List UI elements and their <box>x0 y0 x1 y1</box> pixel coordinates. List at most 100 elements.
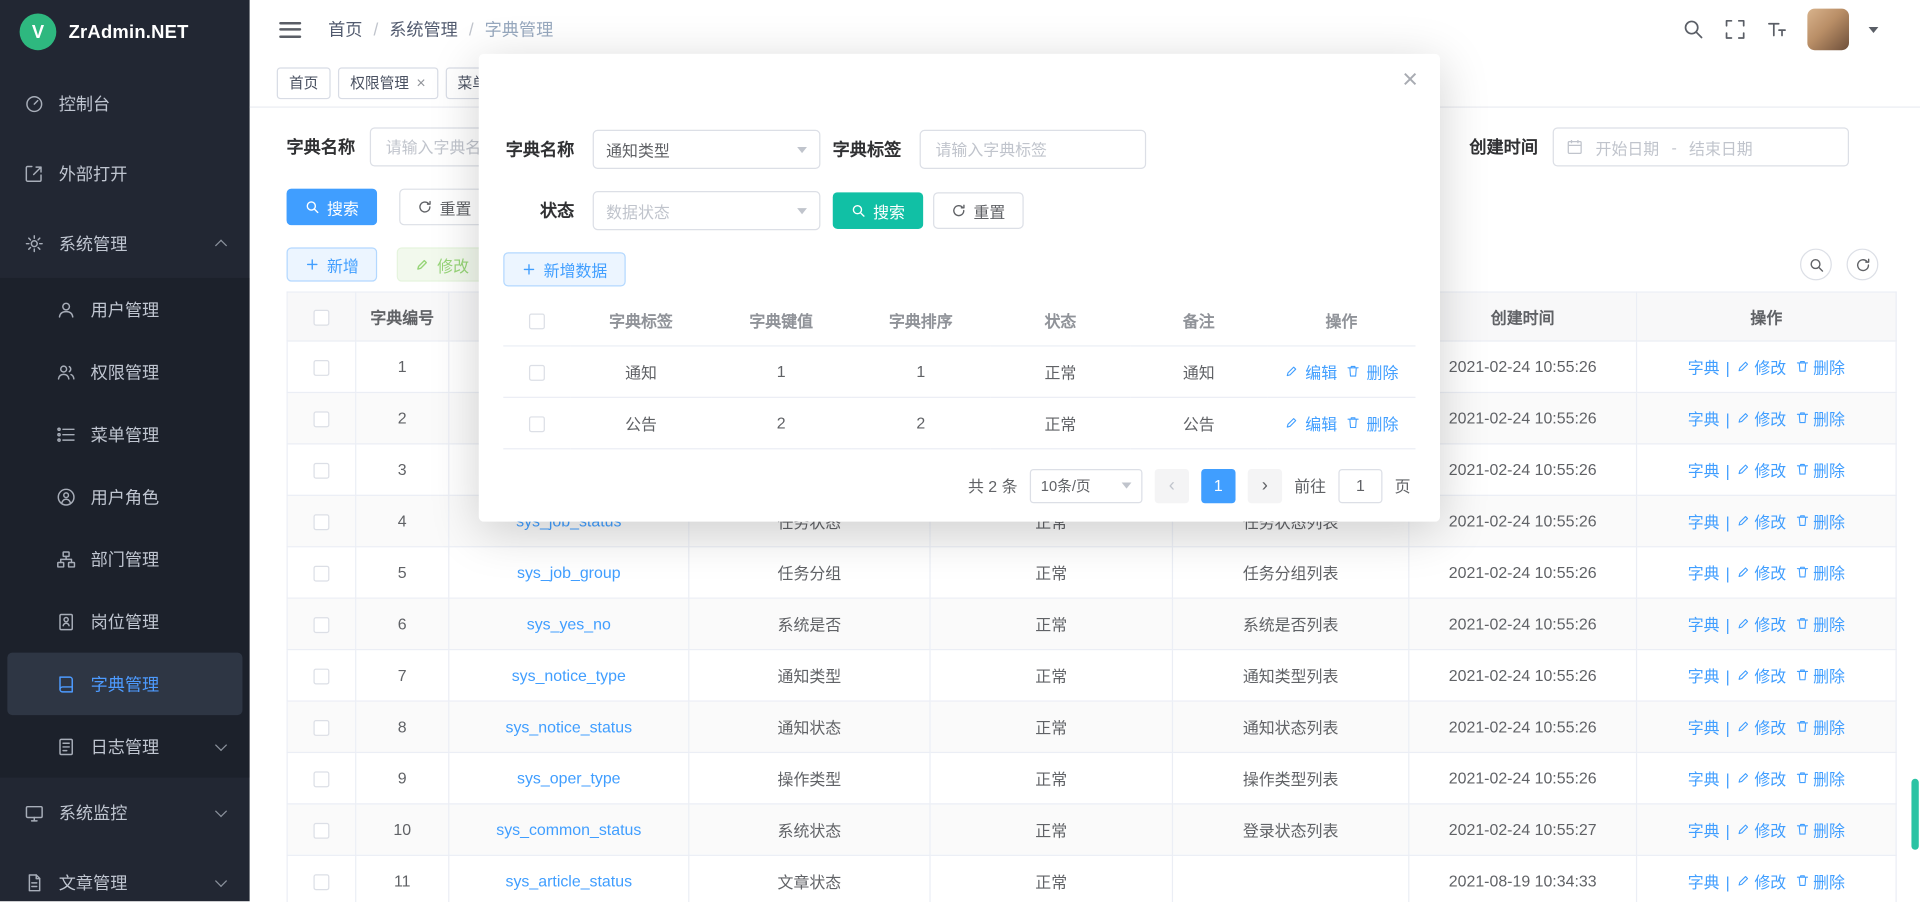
tab-permission[interactable]: 权限管理 × <box>338 67 438 99</box>
dict-data-link[interactable]: 字典 <box>1688 355 1720 378</box>
sidebar-item-users[interactable]: 用户管理 <box>0 278 250 340</box>
dict-name-select[interactable]: 通知类型 <box>593 130 821 169</box>
sidebar-item-monitor[interactable]: 系统监控 <box>0 778 250 848</box>
data-status-select[interactable]: 数据状态 <box>593 191 821 230</box>
row-checkbox[interactable] <box>313 874 329 890</box>
dict-name-link[interactable]: sys_job_group <box>517 563 621 581</box>
sidebar-item-articles[interactable]: 文章管理 <box>0 847 250 901</box>
scrollbar-thumb[interactable] <box>1911 779 1918 850</box>
goto-page-input[interactable] <box>1338 468 1382 502</box>
delete-link[interactable]: 删除 <box>1795 561 1845 584</box>
next-page-button[interactable]: › <box>1248 468 1282 502</box>
edit-button[interactable]: 修改 <box>397 247 488 281</box>
dict-name-link[interactable]: sys_common_status <box>496 820 641 838</box>
select-all-checkbox[interactable] <box>529 314 545 330</box>
dialog-search-button[interactable]: 搜索 <box>833 192 924 229</box>
select-all-checkbox[interactable] <box>313 310 329 326</box>
edit-link[interactable]: 修改 <box>1736 406 1786 429</box>
close-icon[interactable]: × <box>1402 66 1418 93</box>
delete-link[interactable]: 删除 <box>1346 411 1399 434</box>
dict-data-link[interactable]: 字典 <box>1688 613 1720 636</box>
edit-link[interactable]: 编辑 <box>1284 411 1337 434</box>
prev-page-button[interactable]: ‹ <box>1155 468 1189 502</box>
dict-name-link[interactable]: sys_notice_type <box>512 666 626 684</box>
dict-name-link[interactable]: sys_notice_status <box>506 718 633 736</box>
current-page-button[interactable]: 1 <box>1201 468 1235 502</box>
edit-link[interactable]: 编辑 <box>1284 359 1337 382</box>
row-checkbox[interactable] <box>529 416 545 432</box>
row-checkbox[interactable] <box>313 771 329 787</box>
row-checkbox[interactable] <box>313 669 329 685</box>
breadcrumb-system[interactable]: 系统管理 <box>389 17 458 41</box>
delete-link[interactable]: 删除 <box>1795 663 1845 686</box>
row-checkbox[interactable] <box>313 823 329 839</box>
delete-link[interactable]: 删除 <box>1795 715 1845 738</box>
delete-link[interactable]: 删除 <box>1346 359 1399 382</box>
search-icon[interactable] <box>1682 18 1704 40</box>
edit-link[interactable]: 修改 <box>1736 458 1786 481</box>
refresh-button[interactable] <box>1847 249 1879 281</box>
dict-data-link[interactable]: 字典 <box>1688 561 1720 584</box>
delete-link[interactable]: 删除 <box>1795 355 1845 378</box>
edit-link[interactable]: 修改 <box>1736 715 1786 738</box>
dict-name-link[interactable]: sys_oper_type <box>517 769 621 787</box>
row-checkbox[interactable] <box>313 463 329 479</box>
dict-data-link[interactable]: 字典 <box>1688 818 1720 841</box>
add-dict-data-button[interactable]: 新增数据 <box>503 252 625 286</box>
fullscreen-icon[interactable] <box>1724 18 1746 40</box>
dict-data-link[interactable]: 字典 <box>1688 458 1720 481</box>
row-checkbox[interactable] <box>313 514 329 530</box>
sidebar-item-posts[interactable]: 岗位管理 <box>0 590 250 652</box>
dialog-reset-button[interactable]: 重置 <box>933 192 1024 229</box>
sidebar-item-menus[interactable]: 菜单管理 <box>0 403 250 465</box>
user-menu-caret-icon[interactable] <box>1869 26 1879 32</box>
edit-link[interactable]: 修改 <box>1736 663 1786 686</box>
dict-data-link[interactable]: 字典 <box>1688 664 1720 687</box>
edit-link[interactable]: 修改 <box>1736 818 1786 841</box>
dict-data-link[interactable]: 字典 <box>1688 510 1720 533</box>
sidebar-toggle-icon[interactable] <box>279 21 301 37</box>
delete-link[interactable]: 删除 <box>1795 509 1845 532</box>
add-button[interactable]: 新增 <box>287 247 378 281</box>
sidebar-item-roles[interactable]: 用户角色 <box>0 465 250 527</box>
edit-link[interactable]: 修改 <box>1736 509 1786 532</box>
sidebar-item-console[interactable]: 控制台 <box>0 69 250 139</box>
font-size-icon[interactable] <box>1766 18 1788 40</box>
sidebar-item-permissions[interactable]: 权限管理 <box>0 340 250 402</box>
dict-data-link[interactable]: 字典 <box>1688 870 1720 893</box>
delete-link[interactable]: 删除 <box>1795 869 1845 892</box>
page-size-select[interactable]: 10条/页 <box>1030 468 1143 502</box>
edit-link[interactable]: 修改 <box>1736 561 1786 584</box>
dict-data-link[interactable]: 字典 <box>1688 715 1720 738</box>
sidebar-item-logs[interactable]: 日志管理 <box>0 715 250 777</box>
dict-name-link[interactable]: sys_yes_no <box>527 615 611 633</box>
row-checkbox[interactable] <box>313 360 329 376</box>
edit-link[interactable]: 修改 <box>1736 766 1786 789</box>
show-search-button[interactable] <box>1800 249 1832 281</box>
tab-home[interactable]: 首页 <box>277 67 331 99</box>
reset-button[interactable]: 重置 <box>399 189 490 226</box>
dict-tag-input[interactable] <box>920 130 1147 169</box>
sidebar-item-dictionary[interactable]: 字典管理 <box>7 653 242 715</box>
search-button[interactable]: 搜索 <box>287 189 378 226</box>
row-checkbox[interactable] <box>529 364 545 380</box>
row-checkbox[interactable] <box>313 617 329 633</box>
edit-link[interactable]: 修改 <box>1736 612 1786 635</box>
edit-link[interactable]: 修改 <box>1736 355 1786 378</box>
delete-link[interactable]: 删除 <box>1795 406 1845 429</box>
delete-link[interactable]: 删除 <box>1795 612 1845 635</box>
sidebar-item-system[interactable]: 系统管理 <box>0 208 250 278</box>
row-checkbox[interactable] <box>313 411 329 427</box>
delete-link[interactable]: 删除 <box>1795 458 1845 481</box>
tab-close-icon[interactable]: × <box>416 75 425 91</box>
dict-name-link[interactable]: sys_article_status <box>506 872 633 890</box>
dict-data-link[interactable]: 字典 <box>1688 407 1720 430</box>
sidebar-item-external[interactable]: 外部打开 <box>0 138 250 208</box>
date-range-picker[interactable]: 开始日期 - 结束日期 <box>1553 127 1849 166</box>
row-checkbox[interactable] <box>313 566 329 582</box>
dict-data-link[interactable]: 字典 <box>1688 767 1720 790</box>
delete-link[interactable]: 删除 <box>1795 766 1845 789</box>
sidebar-item-departments[interactable]: 部门管理 <box>0 528 250 590</box>
row-checkbox[interactable] <box>313 720 329 736</box>
edit-link[interactable]: 修改 <box>1736 869 1786 892</box>
